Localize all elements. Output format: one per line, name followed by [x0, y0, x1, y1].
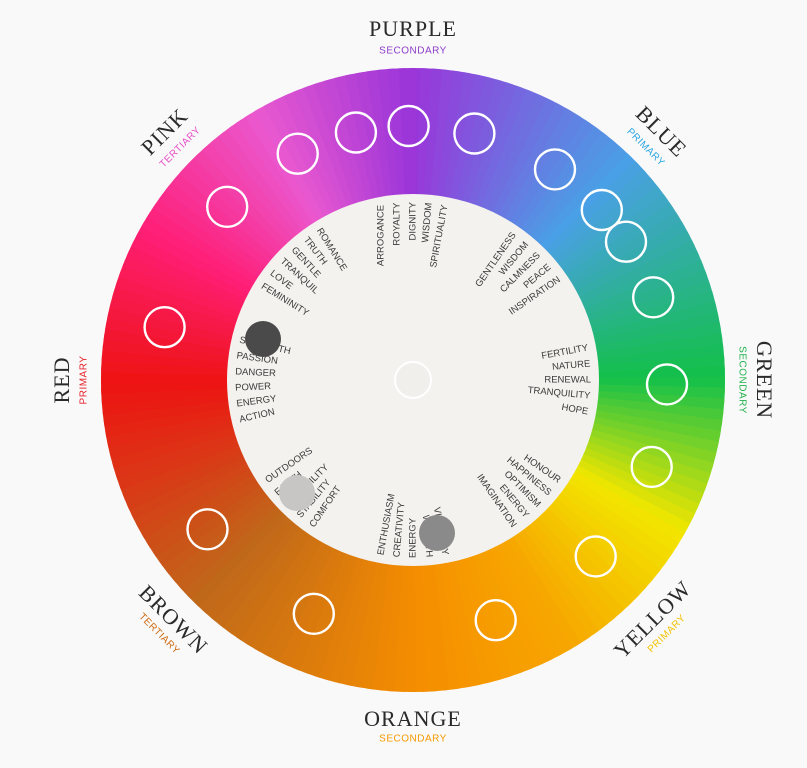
emotion-word: RENEWAL	[544, 375, 591, 386]
drop-center[interactable]	[394, 361, 432, 399]
color-category-orange: SECONDARY	[379, 734, 447, 745]
emotion-word: ARROGANCE	[375, 205, 386, 266]
color-category-purple: SECONDARY	[379, 46, 447, 57]
emotion-word: DIGNITY	[408, 201, 419, 240]
color-name-green: GREEN	[752, 341, 777, 419]
emotion-word: POWER	[235, 381, 271, 394]
emotion-word: DANGER	[235, 366, 276, 379]
color-category-red: PRIMARY	[79, 356, 90, 405]
drop-light-gray[interactable]	[279, 475, 315, 511]
drop-dark-gray[interactable]	[245, 321, 281, 357]
color-wheel-diagram: ARROGANCE ROYALTY DIGNITY WISDOMSPIRITUALIT…	[49, 16, 777, 745]
color-name-orange: ORANGE	[364, 706, 462, 731]
color-category-green: SECONDARY	[736, 346, 747, 414]
color-name-red: RED	[49, 357, 74, 404]
color-name-blue: BLUE	[631, 101, 692, 162]
emotion-word: ENERGY	[408, 517, 419, 558]
color-name-purple: PURPLE	[369, 16, 457, 41]
drop-mid-gray[interactable]	[419, 515, 455, 551]
emotion-word: ROYALTY	[391, 202, 402, 246]
